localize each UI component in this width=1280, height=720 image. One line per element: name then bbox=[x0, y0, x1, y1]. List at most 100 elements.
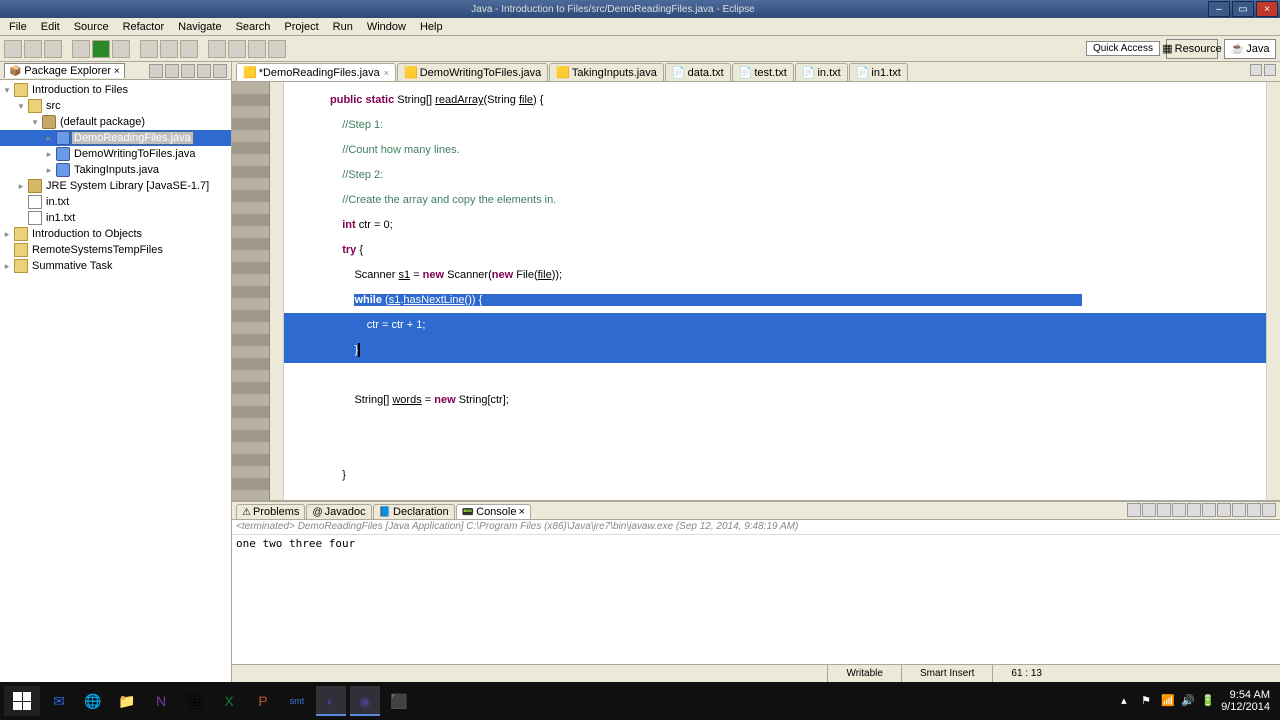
tree-in-txt[interactable]: in.txt bbox=[0, 194, 231, 210]
tab-in1-txt[interactable]: 📄in1.txt bbox=[849, 63, 908, 81]
quick-access-input[interactable]: Quick Access bbox=[1086, 41, 1160, 56]
menu-edit[interactable]: Edit bbox=[36, 20, 65, 34]
clock[interactable]: 9:54 AM9/12/2014 bbox=[1221, 689, 1270, 713]
console-clear-icon[interactable] bbox=[1172, 503, 1186, 517]
nav-fwd-icon[interactable] bbox=[268, 40, 286, 58]
maximize-button[interactable]: ▭ bbox=[1232, 1, 1254, 17]
app-icon[interactable]: ⬛ bbox=[384, 686, 414, 716]
run-icon[interactable] bbox=[92, 40, 110, 58]
tree-package[interactable]: ▾(default package) bbox=[0, 114, 231, 130]
battery-icon[interactable]: 🔋 bbox=[1201, 694, 1215, 708]
debug-icon[interactable] bbox=[72, 40, 90, 58]
menu-project[interactable]: Project bbox=[279, 20, 323, 34]
tab-in-txt[interactable]: 📄in.txt bbox=[795, 63, 848, 81]
tab-declaration[interactable]: 📘 Declaration bbox=[373, 504, 455, 519]
photo-icon[interactable]: 🖼 bbox=[180, 686, 210, 716]
console-terminate-icon[interactable] bbox=[1127, 503, 1141, 517]
nav-back-icon[interactable] bbox=[248, 40, 266, 58]
status-bar: Writable Smart Insert 61 : 13 bbox=[232, 664, 1280, 682]
menu-run[interactable]: Run bbox=[328, 20, 358, 34]
window-title: Java - Introduction to Files/src/DemoRea… bbox=[471, 4, 754, 15]
resource-perspective[interactable]: ▦Resource bbox=[1166, 39, 1218, 59]
run-last-icon[interactable] bbox=[112, 40, 130, 58]
close-tab-icon[interactable]: × bbox=[384, 68, 389, 78]
editor-vertical-ruler[interactable] bbox=[232, 82, 270, 500]
chrome-icon[interactable]: 🌐 bbox=[78, 686, 108, 716]
link-editor-icon[interactable] bbox=[165, 64, 179, 78]
tree-file-demowriting[interactable]: ▸DemoWritingToFiles.java bbox=[0, 146, 231, 162]
system-tray[interactable]: ▴ ⚑ 📶 🔊 🔋 9:54 AM9/12/2014 bbox=[1121, 689, 1276, 713]
tree-file-demoreading[interactable]: ▸DemoReadingFiles.java bbox=[0, 130, 231, 146]
status-cursor-pos: 61 : 13 bbox=[992, 665, 1060, 682]
collapse-all-icon[interactable] bbox=[149, 64, 163, 78]
tree-in1-txt[interactable]: in1.txt bbox=[0, 210, 231, 226]
code-editor[interactable]: public static String[] readArray(String … bbox=[284, 82, 1266, 500]
new-class-icon[interactable] bbox=[160, 40, 178, 58]
package-explorer-tree[interactable]: ▾Introduction to Files ▾src ▾(default pa… bbox=[0, 80, 231, 682]
new-package-icon[interactable] bbox=[140, 40, 158, 58]
tab-problems[interactable]: ⚠ Problems bbox=[236, 504, 305, 519]
console-display-icon[interactable] bbox=[1217, 503, 1231, 517]
menu-refactor[interactable]: Refactor bbox=[118, 20, 170, 34]
maximize-view-icon[interactable] bbox=[213, 64, 227, 78]
open-type-icon[interactable] bbox=[180, 40, 198, 58]
editor-max-icon[interactable] bbox=[1264, 64, 1276, 76]
minimize-view-icon[interactable] bbox=[197, 64, 211, 78]
close-tab-icon[interactable]: × bbox=[518, 506, 524, 518]
eclipse-icon[interactable]: ◐ bbox=[316, 686, 346, 716]
minimize-button[interactable]: – bbox=[1208, 1, 1230, 17]
smart-icon[interactable]: smt bbox=[282, 686, 312, 716]
search-icon[interactable] bbox=[208, 40, 226, 58]
tree-project-summative[interactable]: ▸Summative Task bbox=[0, 258, 231, 274]
new-icon[interactable] bbox=[4, 40, 22, 58]
volume-icon[interactable]: 🔊 bbox=[1181, 694, 1195, 708]
console-remove-icon[interactable] bbox=[1142, 503, 1156, 517]
tray-up-icon[interactable]: ▴ bbox=[1121, 694, 1135, 708]
console-output[interactable]: one two three four bbox=[232, 535, 1280, 664]
network-icon[interactable]: 📶 bbox=[1161, 694, 1175, 708]
toggle-icon[interactable] bbox=[228, 40, 246, 58]
editor-folding-ruler[interactable] bbox=[270, 82, 284, 500]
menu-source[interactable]: Source bbox=[69, 20, 114, 34]
save-icon[interactable] bbox=[24, 40, 42, 58]
tab-demowriting[interactable]: 🟨DemoWritingToFiles.java bbox=[397, 63, 548, 81]
console-pin-icon[interactable] bbox=[1202, 503, 1216, 517]
tab-takinginputs[interactable]: 🟨TakingInputs.java bbox=[549, 63, 664, 81]
menu-help[interactable]: Help bbox=[415, 20, 448, 34]
tab-data-txt[interactable]: 📄data.txt bbox=[665, 63, 731, 81]
action-center-icon[interactable]: ⚑ bbox=[1141, 694, 1155, 708]
start-button[interactable] bbox=[4, 686, 40, 716]
console-remove-all-icon[interactable] bbox=[1157, 503, 1171, 517]
menu-window[interactable]: Window bbox=[362, 20, 411, 34]
tab-demoreading[interactable]: 🟨*DemoReadingFiles.java× bbox=[236, 63, 396, 81]
tree-project-remote[interactable]: RemoteSystemsTempFiles bbox=[0, 242, 231, 258]
powerpoint-icon[interactable]: P bbox=[248, 686, 278, 716]
close-button[interactable]: × bbox=[1256, 1, 1278, 17]
eclipse2-icon[interactable]: ◉ bbox=[350, 686, 380, 716]
tab-test-txt[interactable]: 📄test.txt bbox=[732, 63, 794, 81]
package-explorer-tab[interactable]: 📦 Package Explorer × bbox=[4, 63, 125, 78]
view-max-icon[interactable] bbox=[1262, 503, 1276, 517]
outlook-icon[interactable]: ✉ bbox=[44, 686, 74, 716]
editor-min-icon[interactable] bbox=[1250, 64, 1262, 76]
view-min-icon[interactable] bbox=[1247, 503, 1261, 517]
tree-src[interactable]: ▾src bbox=[0, 98, 231, 114]
save-all-icon[interactable] bbox=[44, 40, 62, 58]
explorer-icon[interactable]: 📁 bbox=[112, 686, 142, 716]
view-menu-icon[interactable] bbox=[181, 64, 195, 78]
tab-javadoc[interactable]: @ Javadoc bbox=[306, 504, 371, 519]
tree-jre-library[interactable]: ▸JRE System Library [JavaSE-1.7] bbox=[0, 178, 231, 194]
menu-navigate[interactable]: Navigate bbox=[173, 20, 226, 34]
menu-file[interactable]: File bbox=[4, 20, 32, 34]
console-open-icon[interactable] bbox=[1232, 503, 1246, 517]
tree-project[interactable]: ▾Introduction to Files bbox=[0, 82, 231, 98]
console-scroll-lock-icon[interactable] bbox=[1187, 503, 1201, 517]
tab-console[interactable]: 📟 Console × bbox=[456, 504, 531, 519]
tree-file-takinginputs[interactable]: ▸TakingInputs.java bbox=[0, 162, 231, 178]
excel-icon[interactable]: X bbox=[214, 686, 244, 716]
onenote-icon[interactable]: N bbox=[146, 686, 176, 716]
overview-ruler[interactable] bbox=[1266, 82, 1280, 500]
java-perspective[interactable]: ☕Java bbox=[1224, 39, 1276, 59]
menu-search[interactable]: Search bbox=[231, 20, 276, 34]
tree-project-objects[interactable]: ▸Introduction to Objects bbox=[0, 226, 231, 242]
